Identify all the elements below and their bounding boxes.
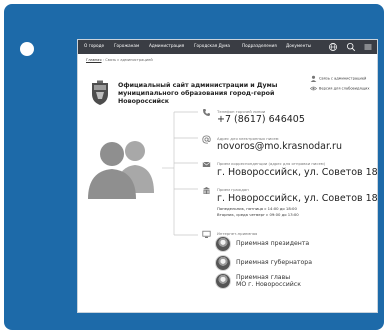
reception-value: г. Новороссийск, ул. Советов 18 — [217, 193, 377, 204]
reception-hours-midweek: Вторник, среда четверг с 09:00 до 13:00 — [217, 212, 299, 217]
reception-label: Прием граждан — [217, 187, 249, 192]
governor-reception-link[interactable]: Приемная губернатора — [216, 256, 366, 272]
monitor-icon — [202, 230, 211, 238]
envelope-icon — [202, 161, 211, 167]
at-sign-icon — [202, 135, 211, 144]
governor-reception-label: Приемная губернатора — [236, 259, 313, 266]
phone-value[interactable]: +7 (8617) 646405 — [217, 114, 305, 125]
post-value: г. Новороссийск, ул. Советов 18 — [217, 167, 377, 178]
governor-photo — [216, 256, 230, 270]
mayor-photo — [216, 274, 230, 288]
mayor-reception-link[interactable]: Приемная главы МО г. Новороссийск — [216, 274, 366, 290]
phone-icon — [203, 109, 210, 116]
mayor-reception-sublabel: МО г. Новороссийск — [236, 281, 301, 288]
mayor-reception-label: Приемная главы — [236, 274, 291, 281]
post-label: Прием корреспонденции (адрес для отправк… — [217, 161, 326, 166]
website-screenshot: О городе Горожанам Администрация Городск… — [78, 40, 377, 312]
email-value[interactable]: novoros@mo.krasnodar.ru — [217, 141, 342, 152]
reception-hours-weekdays: Понедельник, пятница с 14:00 до 18:00 — [217, 206, 297, 211]
building-icon — [203, 187, 210, 194]
president-reception-label: Приемная президента — [236, 240, 310, 247]
internet-reception-label: Интернет-приемная — [217, 231, 258, 236]
president-reception-link[interactable]: Приемная президента — [216, 237, 366, 253]
president-photo — [216, 237, 230, 251]
bullet-dot — [20, 42, 34, 56]
